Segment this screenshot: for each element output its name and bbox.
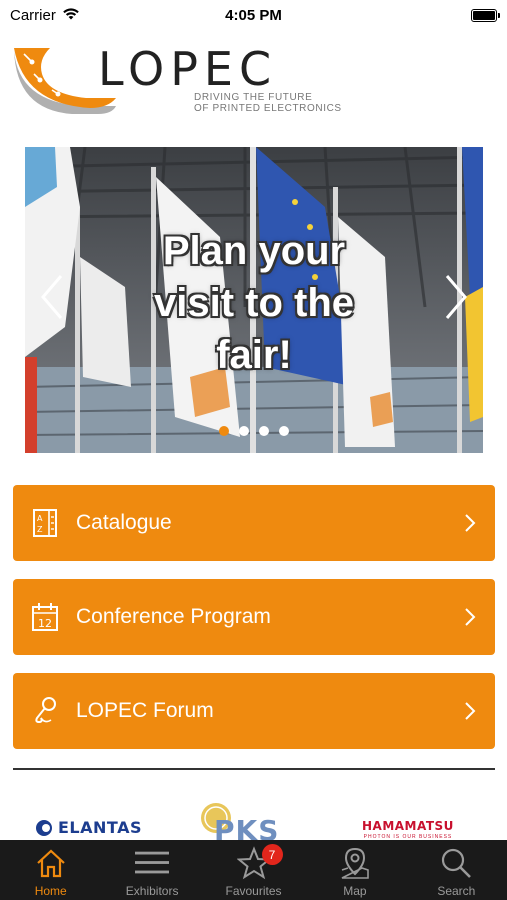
hamamatsu-logo-text: HAMAMATSU bbox=[362, 819, 454, 833]
tab-exhibitors-label: Exhibitors bbox=[125, 884, 179, 898]
tab-search-label: Search bbox=[437, 884, 476, 898]
tab-bar: Home Exhibitors 7 Favourites Map Search bbox=[0, 840, 507, 900]
battery-level bbox=[473, 10, 495, 20]
chevron-right-icon bbox=[463, 512, 477, 534]
carousel-caption-line: Plan your bbox=[162, 229, 346, 273]
battery-icon bbox=[471, 8, 500, 22]
list-icon bbox=[135, 846, 170, 880]
tab-favourites-label: Favourites bbox=[225, 884, 282, 898]
favourites-badge: 7 bbox=[261, 844, 283, 865]
home-icon bbox=[34, 846, 68, 880]
pks-logo[interactable]: PKS bbox=[198, 800, 310, 847]
svg-text:Z: Z bbox=[37, 525, 43, 534]
wifi-icon bbox=[62, 7, 80, 24]
map-pin-icon bbox=[338, 846, 372, 880]
lopec-forum-button[interactable]: LOPEC Forum bbox=[13, 673, 495, 749]
tab-exhibitors[interactable]: Exhibitors bbox=[101, 840, 202, 900]
carousel-dot[interactable] bbox=[259, 426, 269, 436]
svg-text:A: A bbox=[37, 514, 43, 523]
chevron-right-icon bbox=[463, 700, 477, 722]
elantas-logo-text: ELANTAS bbox=[58, 818, 142, 837]
svg-text:12: 12 bbox=[38, 617, 52, 630]
elantas-logo[interactable]: ELANTAS bbox=[35, 818, 142, 837]
tab-map[interactable]: Map bbox=[304, 840, 405, 900]
carousel-dot[interactable] bbox=[219, 426, 229, 436]
tab-home[interactable]: Home bbox=[0, 840, 101, 900]
search-icon bbox=[439, 846, 473, 880]
logo-wordmark: LOPEC bbox=[98, 42, 278, 96]
chevron-right-icon bbox=[463, 606, 477, 628]
carousel-dot[interactable] bbox=[239, 426, 249, 436]
carousel-caption-line: visit to the bbox=[153, 281, 355, 325]
sponsor-strip: ELANTAS PKS HAMAMATSU PHOTON IS OUR BUSI… bbox=[0, 800, 507, 847]
logo-tagline-line-1: DRIVING THE FUTURE bbox=[194, 92, 313, 103]
tab-map-label: Map bbox=[343, 884, 367, 898]
catalogue-button[interactable]: A Z Catalogue bbox=[13, 485, 495, 561]
carrier-label: Carrier bbox=[10, 6, 56, 24]
logo-tagline-line-2: OF PRINTED ELECTRONICS bbox=[194, 103, 342, 114]
elantas-logo-mark bbox=[36, 819, 52, 836]
carousel-caption: Plan your visit to the fair! bbox=[25, 225, 483, 381]
tab-favourites[interactable]: 7 Favourites bbox=[203, 840, 304, 900]
a-z-catalogue-icon: A Z bbox=[31, 507, 59, 539]
lopec-logo: LOPEC DRIVING THE FUTURE OF PRINTED ELEC… bbox=[12, 40, 357, 115]
lopec-forum-label: LOPEC Forum bbox=[76, 699, 214, 722]
chevron-left-icon[interactable] bbox=[37, 272, 67, 322]
hamamatsu-logo[interactable]: HAMAMATSU PHOTON IS OUR BUSINESS bbox=[362, 819, 454, 840]
chevron-right-icon[interactable] bbox=[441, 272, 471, 322]
tab-search[interactable]: Search bbox=[406, 840, 507, 900]
status-left: Carrier bbox=[10, 7, 80, 24]
tab-home-label: Home bbox=[34, 884, 67, 898]
microphone-icon bbox=[31, 695, 59, 727]
logo-tagline: DRIVING THE FUTURE OF PRINTED ELECTRONIC… bbox=[194, 92, 342, 114]
carousel-dot[interactable] bbox=[279, 426, 289, 436]
hero-carousel[interactable]: Plan your visit to the fair! bbox=[25, 147, 483, 453]
status-bar: Carrier 4:05 PM bbox=[0, 0, 507, 30]
carousel-pagination bbox=[25, 426, 483, 436]
carousel-caption-line: fair! bbox=[216, 333, 292, 377]
divider bbox=[13, 768, 495, 770]
conference-program-button[interactable]: 12 Conference Program bbox=[13, 579, 495, 655]
calendar-icon: 12 bbox=[31, 601, 59, 633]
conference-program-label: Conference Program bbox=[76, 605, 271, 628]
catalogue-label: Catalogue bbox=[76, 511, 172, 534]
